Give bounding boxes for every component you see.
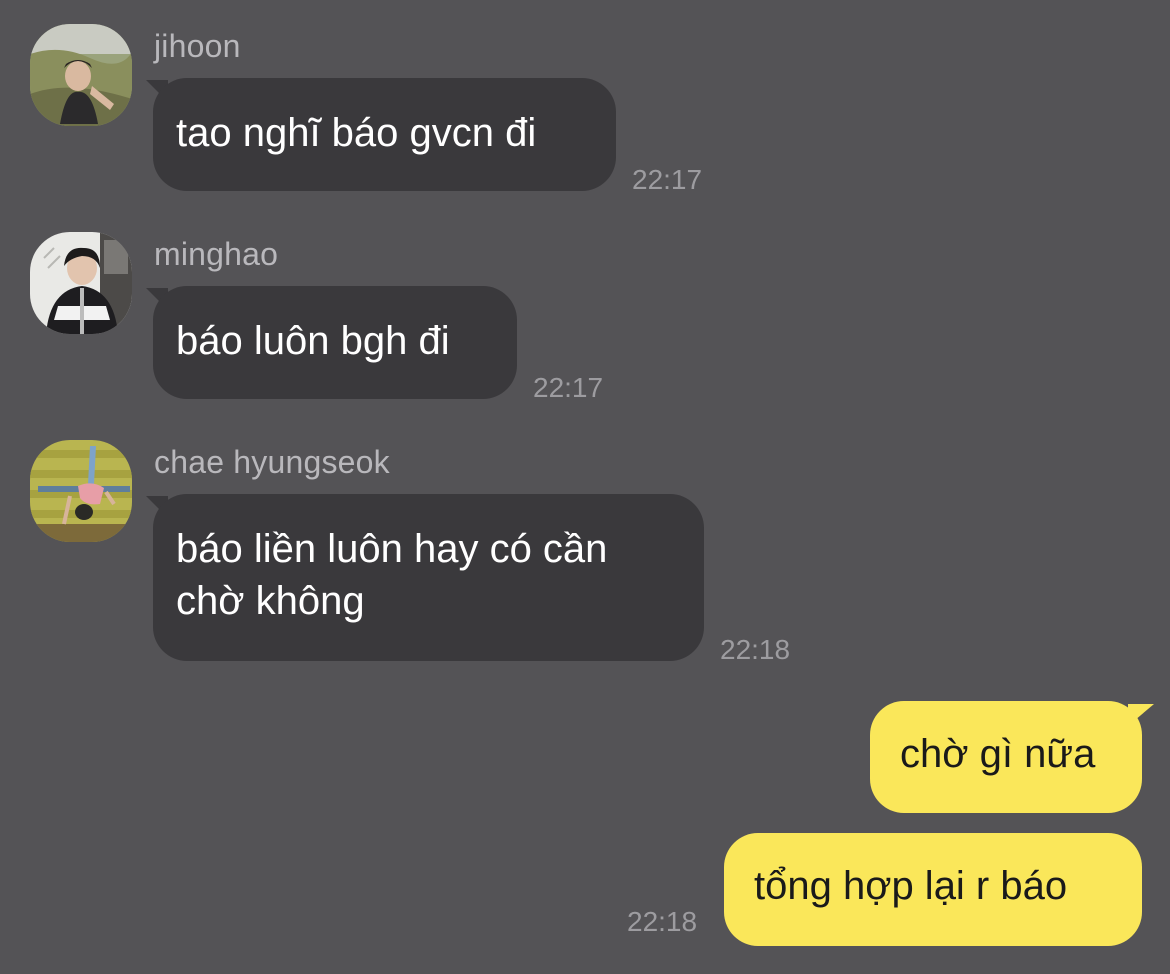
outgoing-message-bubble[interactable]: chờ gì nữa [870,701,1142,813]
message-bubble[interactable]: tao nghĩ báo gvcn đi [153,78,616,191]
message-text: chờ gì nữa [900,732,1096,776]
sender-name: chae hyungseok [154,444,390,480]
message-timestamp: 22:17 [533,372,604,403]
sender-name: jihoon [154,28,241,64]
outgoing-message-bubble[interactable]: tổng hợp lại r báo [724,833,1142,946]
message-text: tao nghĩ báo gvcn đi [176,111,537,155]
sender-name: minghao [154,236,279,272]
message-bubble[interactable]: báo luôn bgh đi [153,286,517,399]
message-timestamp: 22:18 [627,906,698,937]
chae-hyungseok-avatar[interactable] [30,440,132,542]
chat-screen: { "messages": [ { "sender": "jihoon", "a… [0,0,1170,974]
message-text-line: chờ không [176,579,365,623]
message-timestamp: 22:18 [720,634,791,665]
message-bubble[interactable]: báo liền luôn hay có cần chờ không [153,494,704,661]
message-text: tổng hợp lại r báo [754,864,1068,908]
message-text: báo luôn bgh đi [176,319,450,363]
message-text-line: báo liền luôn hay có cần [176,527,608,571]
jihoon-avatar[interactable] [30,24,132,126]
message-timestamp: 22:17 [632,164,703,195]
minghao-avatar[interactable] [30,232,132,334]
